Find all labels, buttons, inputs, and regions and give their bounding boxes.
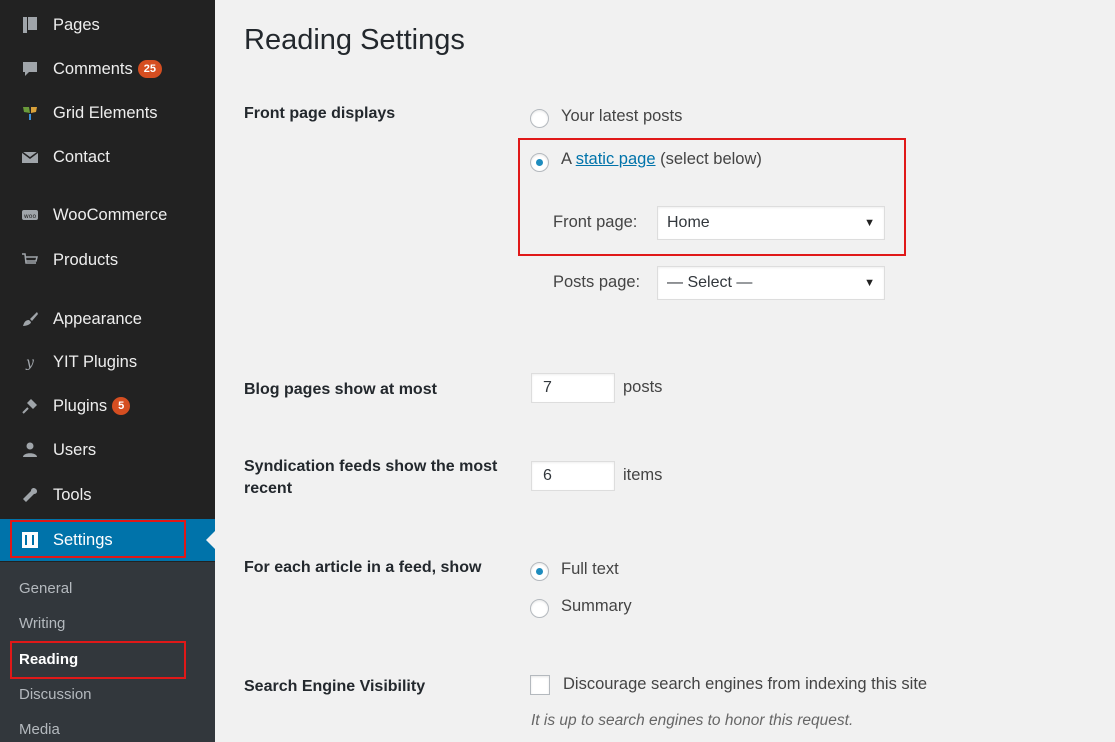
yit-icon: y	[20, 352, 40, 372]
static-page-radio[interactable]	[530, 153, 549, 172]
woocommerce-icon: woo	[20, 205, 40, 225]
sidebar-item-yit-plugins[interactable]: y YIT Plugins	[0, 342, 215, 382]
plug-icon	[20, 396, 40, 416]
front-page-select-label: Front page:	[553, 213, 638, 231]
posts-page-select-value: — Select —	[667, 274, 753, 291]
static-page-option-label: A static page (select below)	[561, 150, 762, 169]
sidebar-item-plugins[interactable]: Plugins 5	[0, 386, 215, 426]
submenu-item-writing[interactable]: Writing	[19, 615, 65, 632]
latest-posts-option-label: Your latest posts	[561, 107, 683, 125]
envelope-icon	[20, 147, 40, 167]
comments-icon	[20, 59, 40, 79]
sidebar-item-products[interactable]: Products	[0, 240, 215, 280]
sidebar-item-label: Users	[53, 440, 97, 459]
sidebar-item-label: Appearance	[53, 309, 142, 328]
settings-icon	[20, 530, 40, 550]
sidebar-item-label: WooCommerce	[53, 205, 168, 224]
sidebar-item-label: Plugins	[53, 396, 108, 415]
sidebar-item-tools[interactable]: Tools	[0, 475, 215, 515]
syndication-label: Syndication feeds show the most recent	[244, 458, 498, 497]
users-icon	[20, 440, 40, 460]
dropdown-arrow-icon: ▼	[864, 277, 875, 289]
search-visibility-hint: It is up to search engines to honor this…	[531, 712, 854, 729]
discourage-search-label: Discourage search engines from indexing …	[563, 675, 928, 693]
full-text-option-label: Full text	[561, 560, 619, 578]
sidebar-item-comments[interactable]: Comments 25	[0, 49, 215, 89]
sidebar-item-grid-elements[interactable]: Grid Elements	[0, 93, 215, 133]
sidebar-item-label: Products	[53, 250, 119, 269]
wrench-icon	[20, 485, 40, 505]
settings-submenu: General Writing Reading Discussion Media	[0, 562, 215, 742]
sidebar-item-label: Pages	[53, 15, 100, 34]
full-text-radio[interactable]	[530, 562, 549, 581]
sidebar-item-label: Tools	[53, 485, 92, 504]
pages-icon	[20, 15, 40, 35]
static-page-prefix: A	[561, 150, 572, 168]
sidebar-item-settings[interactable]: Settings	[0, 519, 215, 561]
blog-pages-label: Blog pages show at most	[244, 381, 437, 398]
plugins-count-badge: 5	[112, 396, 131, 415]
sidebar-item-label: Comments	[53, 59, 133, 78]
static-page-link[interactable]: static page	[576, 150, 656, 168]
comments-count-badge: 25	[137, 59, 163, 78]
sidebar-item-woocommerce[interactable]: woo WooCommerce	[0, 195, 215, 235]
latest-posts-radio[interactable]	[530, 109, 549, 128]
posts-page-select-label: Posts page:	[553, 273, 641, 291]
syndication-unit: items	[623, 466, 663, 484]
sidebar-item-label: Settings	[53, 530, 113, 549]
sidebar-item-pages[interactable]: Pages	[0, 5, 215, 45]
svg-text:woo: woo	[24, 213, 37, 220]
sidebar-item-label: YIT Plugins	[53, 352, 138, 371]
blog-pages-input[interactable]: 7	[531, 373, 615, 403]
paintbrush-icon	[20, 309, 40, 329]
page-title: Reading Settings	[244, 24, 465, 56]
svg-text:y: y	[25, 355, 35, 371]
front-page-select[interactable]: Home ▼	[657, 206, 885, 240]
feed-article-label: For each article in a feed, show	[244, 559, 482, 576]
discourage-search-checkbox[interactable]	[530, 675, 550, 695]
grid-elements-icon	[20, 103, 40, 123]
active-indicator	[206, 531, 215, 549]
admin-sidebar: Pages Comments 25 Grid Elements Contact w…	[0, 0, 215, 742]
syndication-input[interactable]: 6	[531, 461, 615, 491]
submenu-item-reading[interactable]: Reading	[19, 651, 78, 668]
dropdown-arrow-icon: ▼	[864, 217, 875, 229]
sidebar-item-label: Contact	[53, 147, 110, 166]
front-page-select-value: Home	[667, 214, 710, 231]
sidebar-item-contact[interactable]: Contact	[0, 137, 215, 177]
front-page-label: Front page displays	[244, 105, 396, 122]
sidebar-item-users[interactable]: Users	[0, 430, 215, 470]
cart-icon	[20, 250, 40, 270]
submenu-item-discussion[interactable]: Discussion	[19, 686, 92, 703]
submenu-item-media[interactable]: Media	[19, 721, 60, 738]
summary-radio[interactable]	[530, 599, 549, 618]
search-visibility-label: Search Engine Visibility	[244, 678, 426, 695]
submenu-item-general[interactable]: General	[19, 580, 72, 597]
sidebar-item-label: Grid Elements	[53, 103, 158, 122]
sidebar-item-appearance[interactable]: Appearance	[0, 299, 215, 339]
blog-pages-unit: posts	[623, 378, 663, 396]
static-page-suffix: (select below)	[660, 150, 762, 168]
summary-option-label: Summary	[561, 597, 632, 615]
posts-page-select[interactable]: — Select — ▼	[657, 266, 885, 300]
